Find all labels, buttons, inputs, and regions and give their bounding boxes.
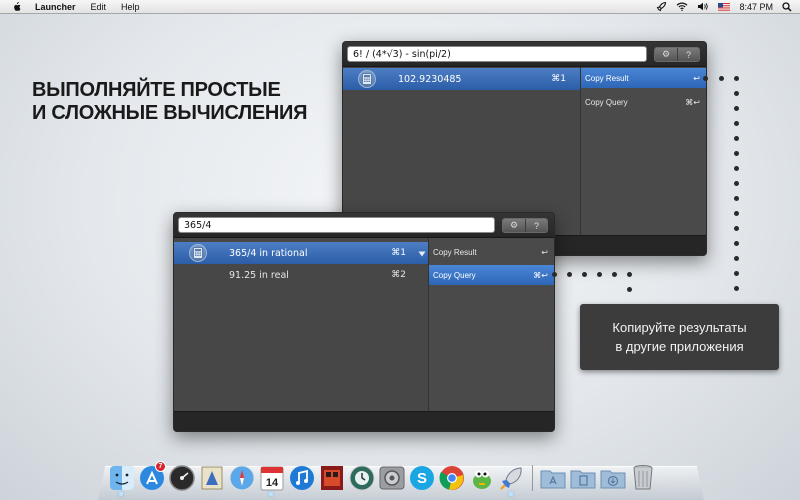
- app-store-badge: 7: [155, 461, 166, 472]
- apple-menu-icon[interactable]: [12, 1, 21, 12]
- callout-line-2: в другие приложения: [615, 339, 744, 354]
- help-button[interactable]: ?: [525, 219, 547, 232]
- finder-running-indicator: [119, 492, 123, 496]
- actions-panel: Copy Result ↩ Copy Query ⌘↩: [428, 238, 554, 411]
- window-toolbar: 6! / (4*√3) - sin(pi/2) ⚙ ?: [343, 42, 706, 67]
- spotlight-icon[interactable]: [782, 1, 792, 12]
- action-copy-query[interactable]: Copy Query ⌘↩: [581, 92, 706, 112]
- results-list: 365/4 in rational ⌘1 91.25 in real ⌘2: [174, 238, 430, 411]
- action-shortcut: ↩: [693, 73, 700, 83]
- action-copy-query[interactable]: Copy Query ⌘↩: [429, 265, 554, 285]
- launcher-running-indicator: [509, 492, 513, 496]
- dock-icons: 7 14 S: [108, 459, 659, 491]
- result-label: 91.25 in real: [229, 269, 289, 281]
- result-row-1[interactable]: 102.9230485 ⌘1: [343, 68, 582, 90]
- mail-stamp-icon[interactable]: [198, 464, 225, 491]
- result-label: 102.9230485: [398, 73, 462, 85]
- action-label: Copy Result: [433, 247, 477, 257]
- toolbar-buttons: ⚙ ?: [654, 47, 700, 62]
- result-shortcut: ⌘1: [551, 74, 566, 84]
- menu-edit[interactable]: Edit: [91, 2, 107, 12]
- time-machine-icon[interactable]: [348, 464, 375, 491]
- safari-icon[interactable]: [228, 464, 255, 491]
- headline-line-2: И СЛОЖНЫЕ ВЫЧИСЛЕНИЯ: [32, 102, 308, 124]
- calendar-icon[interactable]: 14: [258, 464, 285, 491]
- itunes-running-indicator: [269, 492, 273, 496]
- result-row-2[interactable]: 91.25 in real ⌘2: [174, 264, 430, 286]
- help-button[interactable]: ?: [677, 48, 699, 61]
- result-shortcut: ⌘1: [391, 248, 406, 258]
- adium-icon[interactable]: [468, 464, 495, 491]
- callout-box: Копируйте результаты в другие приложения: [580, 304, 779, 370]
- app-store-icon[interactable]: 7: [138, 461, 166, 491]
- volume-icon[interactable]: [697, 2, 709, 11]
- system-preferences-icon[interactable]: [378, 464, 405, 491]
- action-copy-result[interactable]: Copy Result ↩: [429, 242, 554, 262]
- action-copy-result[interactable]: Copy Result ↩: [581, 68, 706, 88]
- app-menu-launcher[interactable]: Launcher: [35, 2, 76, 12]
- query-field[interactable]: 365/4: [178, 217, 495, 233]
- query-field[interactable]: 6! / (4*√3) - sin(pi/2): [347, 46, 647, 62]
- itunes-icon[interactable]: [288, 464, 315, 491]
- clock[interactable]: 8:47 PM: [739, 2, 773, 12]
- us-flag-input-icon[interactable]: [718, 2, 731, 11]
- downloads-folder-icon[interactable]: [599, 464, 626, 491]
- window-status-bar: [174, 411, 554, 431]
- action-label: Copy Query: [585, 97, 628, 107]
- action-shortcut: ⌘↩: [685, 97, 700, 107]
- result-shortcut: ⌘2: [391, 270, 406, 280]
- photo-booth-icon[interactable]: [318, 464, 345, 491]
- launcher-window-front: 365/4 ⚙ ? 365/4 in rational ⌘1 91.25 in …: [173, 212, 555, 432]
- trash-icon[interactable]: [629, 464, 656, 491]
- settings-gear-icon[interactable]: ⚙: [503, 219, 525, 232]
- calculator-icon: [189, 244, 207, 262]
- launcher-rocket-icon[interactable]: [498, 464, 525, 491]
- action-shortcut: ↩: [541, 247, 548, 257]
- dashboard-icon[interactable]: [168, 464, 195, 491]
- applications-folder-icon[interactable]: [539, 464, 566, 491]
- result-row-1[interactable]: 365/4 in rational ⌘1: [174, 242, 430, 264]
- calculator-icon: [358, 70, 376, 88]
- documents-folder-icon[interactable]: [569, 464, 596, 491]
- chrome-icon[interactable]: [438, 464, 465, 491]
- toolbar-buttons: ⚙ ?: [502, 218, 548, 233]
- action-shortcut: ⌘↩: [533, 270, 548, 280]
- wifi-icon[interactable]: [676, 2, 688, 11]
- action-label: Copy Query: [433, 270, 476, 280]
- finder-icon[interactable]: [108, 464, 135, 491]
- settings-gear-icon[interactable]: ⚙: [655, 48, 677, 61]
- window-toolbar: 365/4 ⚙ ?: [174, 213, 554, 238]
- expand-arrow-icon[interactable]: [418, 249, 426, 260]
- headline-line-1: ВЫПОЛНЯЙТЕ ПРОСТЫЕ: [32, 79, 281, 101]
- result-label: 365/4 in rational: [229, 247, 308, 259]
- headline: ВЫПОЛНЯЙТЕ ПРОСТЫЕ И СЛОЖНЫЕ ВЫЧИСЛЕНИЯ: [32, 79, 332, 125]
- menu-bar: Launcher Edit Help 8:47 PM: [0, 0, 800, 14]
- calendar-day: 14: [265, 477, 278, 489]
- action-label: Copy Result: [585, 73, 629, 83]
- results-list: 102.9230485 ⌘1: [343, 67, 582, 235]
- rocket-status-icon[interactable]: [656, 1, 667, 12]
- skype-icon[interactable]: S: [408, 464, 435, 491]
- callout-line-1: Копируйте результаты: [612, 320, 747, 335]
- actions-panel: Copy Result ↩ Copy Query ⌘↩: [580, 67, 706, 235]
- menu-help[interactable]: Help: [121, 2, 140, 12]
- svg-text:S: S: [416, 470, 426, 487]
- dock-separator: [532, 465, 533, 491]
